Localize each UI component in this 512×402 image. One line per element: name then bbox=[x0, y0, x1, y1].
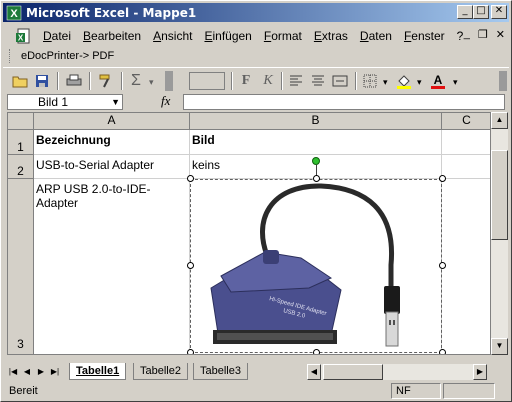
cell-b1[interactable]: Bild bbox=[190, 130, 442, 155]
excel-app-icon[interactable]: X bbox=[6, 5, 22, 21]
vertical-scroll-thumb[interactable] bbox=[491, 150, 508, 240]
sheet-tab-tabelle3[interactable]: Tabelle3 bbox=[193, 363, 248, 380]
save-icon[interactable] bbox=[33, 72, 51, 90]
menu-daten[interactable]: Daten bbox=[354, 29, 398, 43]
svg-text:X: X bbox=[10, 8, 18, 20]
doc-close-button[interactable]: ✕ bbox=[496, 28, 505, 41]
status-bar: Bereit NF bbox=[3, 381, 509, 401]
doc-restore-button[interactable]: ❐ bbox=[478, 28, 488, 41]
italic-icon[interactable]: K bbox=[259, 72, 277, 90]
menu-fenster[interactable]: Fenster bbox=[398, 29, 451, 43]
title-bar[interactable]: X Microsoft Excel - Mappe1 _ □ ✕ bbox=[3, 3, 509, 22]
column-header-b[interactable]: B bbox=[190, 113, 442, 130]
first-sheet-icon[interactable]: |◀ bbox=[7, 365, 19, 379]
horizontal-scrollbar[interactable]: ◀ ▶ bbox=[307, 364, 487, 380]
usb-ide-adapter-image: Hi-Speed IDE Adapter USB 2.0 bbox=[210, 183, 400, 347]
menu-extras[interactable]: Extras bbox=[308, 29, 354, 43]
cell-a3[interactable]: ARP USB 2.0-to-IDE-Adapter bbox=[34, 179, 190, 354]
vertical-scrollbar[interactable]: ▲ ▼ bbox=[491, 112, 508, 355]
status-mode: NF bbox=[391, 383, 441, 399]
close-button[interactable]: ✕ bbox=[491, 5, 507, 19]
font-color-icon[interactable]: A bbox=[429, 72, 447, 90]
font-color-dropdown-icon[interactable]: ▾ bbox=[453, 77, 458, 88]
format-painter-icon[interactable] bbox=[97, 72, 115, 90]
align-center-icon[interactable] bbox=[309, 72, 327, 90]
cell-c2[interactable] bbox=[442, 155, 490, 179]
insert-function-button[interactable]: fx bbox=[161, 93, 170, 109]
autosum-icon[interactable]: Σ bbox=[127, 72, 145, 90]
horizontal-scroll-thumb[interactable] bbox=[323, 364, 383, 380]
sheet-tab-tabelle1[interactable]: Tabelle1 bbox=[69, 363, 127, 380]
menu-format[interactable]: Format bbox=[258, 29, 308, 43]
bold-icon[interactable]: F bbox=[237, 72, 255, 90]
resize-handle-s[interactable] bbox=[313, 349, 320, 354]
select-all-corner[interactable] bbox=[8, 113, 34, 130]
font-size-combo[interactable] bbox=[189, 72, 225, 90]
rotate-handle[interactable] bbox=[312, 157, 320, 165]
status-text: Bereit bbox=[9, 385, 38, 397]
embedded-picture[interactable]: Hi-Speed IDE Adapter USB 2.0 bbox=[190, 179, 442, 353]
excel-window: X Microsoft Excel - Mappe1 _ □ ✕ X Datei… bbox=[0, 0, 512, 402]
resize-handle-e[interactable] bbox=[439, 262, 446, 269]
resize-handle-w[interactable] bbox=[187, 262, 194, 269]
name-box-dropdown-icon[interactable]: ▼ bbox=[111, 95, 120, 109]
resize-handle-ne[interactable] bbox=[439, 175, 446, 182]
sheet-tab-tabelle2[interactable]: Tabelle2 bbox=[133, 363, 188, 380]
scroll-up-icon[interactable]: ▲ bbox=[491, 112, 508, 129]
resize-handle-sw[interactable] bbox=[187, 349, 194, 354]
name-box-value: Bild 1 bbox=[38, 95, 69, 109]
next-sheet-icon[interactable]: ▶ bbox=[35, 365, 47, 379]
workbook-icon[interactable]: X bbox=[15, 27, 33, 45]
status-panel-empty bbox=[443, 383, 495, 399]
svg-text:X: X bbox=[18, 33, 24, 42]
name-box[interactable]: Bild 1 ▼ bbox=[7, 94, 123, 110]
borders-dropdown-icon[interactable]: ▾ bbox=[383, 77, 388, 88]
menu-einfuegen[interactable]: Einfügen bbox=[198, 29, 257, 43]
scroll-left-icon[interactable]: ◀ bbox=[307, 364, 321, 380]
formula-input[interactable] bbox=[183, 94, 505, 110]
last-sheet-icon[interactable]: ▶| bbox=[49, 365, 61, 379]
pdf-toolbar: eDocPrinter-> PDF bbox=[3, 46, 509, 66]
cell-c3[interactable] bbox=[442, 179, 490, 354]
pdf-printer-button[interactable]: eDocPrinter-> PDF bbox=[21, 50, 114, 62]
align-left-icon[interactable] bbox=[287, 72, 305, 90]
toolbar-overflow-icon[interactable] bbox=[165, 71, 173, 91]
resize-handle-nw[interactable] bbox=[187, 175, 194, 182]
toolbar-grip[interactable] bbox=[9, 49, 12, 63]
worksheet-grid[interactable]: A B C 1 2 3 Bezeichnung Bild USB-to-Seri… bbox=[7, 112, 491, 355]
cell-a1[interactable]: Bezeichnung bbox=[34, 130, 190, 155]
row-header-1[interactable]: 1 bbox=[8, 130, 34, 155]
resize-handle-se[interactable] bbox=[439, 349, 446, 354]
menu-ansicht[interactable]: Ansicht bbox=[147, 29, 198, 43]
menu-bearbeiten[interactable]: Bearbeiten bbox=[77, 29, 147, 43]
doc-minimize-button[interactable]: _ bbox=[464, 28, 470, 41]
minimize-button[interactable]: _ bbox=[457, 5, 473, 19]
fill-color-icon[interactable] bbox=[395, 72, 413, 90]
prev-sheet-icon[interactable]: ◀ bbox=[21, 365, 33, 379]
menu-bar: X Datei Bearbeiten Ansicht Einfügen Form… bbox=[3, 24, 509, 47]
fill-color-dropdown-icon[interactable]: ▾ bbox=[417, 77, 422, 88]
scroll-right-icon[interactable]: ▶ bbox=[473, 364, 487, 380]
merge-center-icon[interactable] bbox=[331, 72, 349, 90]
resize-handle-n[interactable] bbox=[313, 175, 320, 182]
formula-bar: Bild 1 ▼ fx bbox=[3, 93, 509, 111]
row-header-3[interactable]: 3 bbox=[8, 179, 34, 354]
menu-datei[interactable]: Datei bbox=[37, 29, 77, 43]
borders-icon[interactable] bbox=[361, 72, 379, 90]
cell-a2[interactable]: USB-to-Serial Adapter bbox=[34, 155, 190, 179]
svg-text:A: A bbox=[434, 73, 443, 87]
maximize-button[interactable]: □ bbox=[473, 5, 489, 19]
window-title: Microsoft Excel - Mappe1 bbox=[26, 5, 197, 20]
open-folder-icon[interactable] bbox=[11, 72, 29, 90]
column-header-c[interactable]: C bbox=[442, 113, 490, 130]
standard-toolbar: Σ ▾ F K ▾ ▾ A ▾ bbox=[3, 67, 509, 93]
toolbar-options-icon[interactable] bbox=[499, 71, 507, 91]
cell-c1[interactable] bbox=[442, 130, 490, 155]
autosum-dropdown-icon[interactable]: ▾ bbox=[149, 77, 154, 88]
column-header-a[interactable]: A bbox=[34, 113, 190, 130]
sheet-tab-bar: |◀ ◀ ▶ ▶| Tabelle1 Tabelle2 Tabelle3 ◀ ▶ bbox=[3, 363, 509, 381]
print-icon[interactable] bbox=[65, 72, 83, 90]
scroll-down-icon[interactable]: ▼ bbox=[491, 338, 508, 355]
row-header-2[interactable]: 2 bbox=[8, 155, 34, 179]
